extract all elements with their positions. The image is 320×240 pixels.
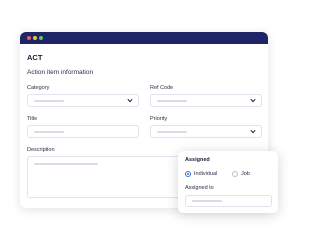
assigned-heading: Assigned <box>185 157 210 163</box>
category-label: Category <box>27 85 50 91</box>
assigned-panel: Assigned Individual Job Assigned to <box>178 151 278 213</box>
assigned-to-placeholder <box>192 200 222 202</box>
category-placeholder <box>34 99 64 102</box>
title-placeholder <box>34 130 64 133</box>
close-dot-icon[interactable] <box>27 36 31 40</box>
priority-placeholder <box>157 130 187 133</box>
title-label: Title <box>27 116 38 122</box>
window-titlebar <box>20 32 268 44</box>
title-input[interactable] <box>27 125 139 138</box>
section-title: Action item information <box>27 69 94 76</box>
ref-code-select[interactable] <box>150 94 262 107</box>
radio-individual-label: Individual <box>194 171 218 177</box>
radio-job[interactable] <box>232 171 238 177</box>
chevron-down-icon <box>127 98 133 102</box>
description-placeholder <box>34 163 98 165</box>
radio-job-label: Job <box>241 171 250 177</box>
minimize-dot-icon[interactable] <box>33 36 37 40</box>
priority-label: Priority <box>150 116 168 122</box>
chevron-down-icon <box>250 98 256 102</box>
description-label: Description <box>27 147 55 153</box>
priority-select[interactable] <box>150 125 262 138</box>
window-title: ACT <box>27 53 43 62</box>
category-select[interactable] <box>27 94 139 107</box>
chevron-down-icon <box>250 129 256 133</box>
radio-individual[interactable] <box>185 171 191 177</box>
description-textarea[interactable] <box>27 156 187 198</box>
ref-code-placeholder <box>157 99 187 102</box>
assigned-to-label: Assigned to <box>185 185 214 191</box>
maximize-dot-icon[interactable] <box>39 36 43 40</box>
assigned-to-input[interactable] <box>185 195 272 207</box>
ref-code-label: Ref Code <box>150 85 174 91</box>
